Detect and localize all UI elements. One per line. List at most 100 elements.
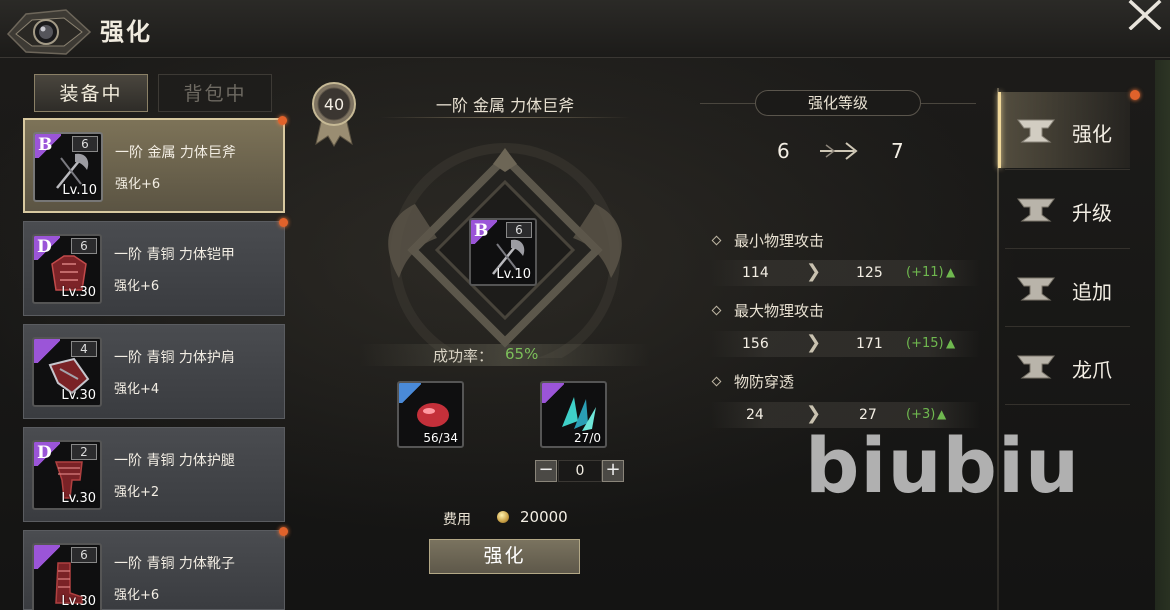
divider [1005, 248, 1130, 249]
orb-emblem-icon [6, 9, 92, 55]
divider [700, 103, 755, 104]
item-name: 一阶 青铜 力体护肩 [114, 350, 235, 366]
item-level-label: Lv.10 [496, 267, 531, 282]
item-level-label: Lv.30 [61, 388, 96, 403]
anvil-icon [1017, 119, 1055, 143]
chevron-right-icon: ❯ [806, 261, 822, 282]
item-level-label: Lv.30 [61, 285, 96, 300]
item-slot: D 6 Lv.30 [32, 234, 102, 304]
list-item[interactable]: D 2 Lv.30 一阶 青铜 力体护腿 强化+2 [23, 427, 285, 522]
grade-badge: B [35, 134, 61, 158]
item-slot: B 6 Lv.10 [33, 132, 103, 202]
list-item[interactable]: D 6 Lv.30 一阶 青铜 力体铠甲 强化+6 [23, 218, 288, 316]
notification-dot [279, 527, 288, 536]
watermark: biubiu [805, 421, 1081, 510]
chevron-right-icon: ❯ [806, 332, 822, 353]
list-item[interactable]: B 6 Lv.10 一阶 金属 力体巨斧 强化+6 [23, 116, 287, 213]
nav-append[interactable]: 追加 [1000, 250, 1130, 326]
quantity-field[interactable]: 0 [558, 460, 602, 482]
anvil-icon [1017, 355, 1055, 379]
slot-count: 6 [72, 136, 98, 152]
slot-count: 4 [71, 341, 97, 357]
nav-label: 追加 [1072, 280, 1112, 304]
nav-label: 升级 [1072, 201, 1112, 225]
item-slot: D 2 Lv.30 [32, 440, 102, 510]
close-icon[interactable] [1125, 0, 1165, 30]
item-enhance: 强化+4 [114, 382, 160, 397]
divider [380, 117, 630, 118]
nav-label: 强化 [1072, 122, 1112, 146]
stat-next: 171 [856, 336, 883, 352]
stat-name: 最大物理攻击 [734, 302, 825, 320]
grade-badge: D [34, 442, 60, 466]
level-current: 6 [777, 139, 790, 163]
cost-value: 20000 [520, 508, 568, 526]
slot-count: 2 [71, 444, 97, 460]
arrow-up-icon: ▲ [946, 336, 956, 350]
stat-delta: (+15) [906, 336, 944, 351]
stat-delta: (+11) [906, 265, 944, 280]
notification-dot [278, 116, 287, 125]
anvil-icon [1017, 277, 1055, 301]
item-level-label: Lv.30 [61, 491, 96, 506]
nav-upgrade[interactable]: 升级 [1000, 171, 1130, 247]
item-name: 一阶 金属 力体巨斧 [115, 145, 236, 161]
material-count: 56/34 [423, 431, 458, 445]
bullet-icon [711, 376, 722, 387]
notification-dot [279, 218, 288, 227]
title-bar: 强化 [0, 0, 1170, 58]
material-slot[interactable]: 56/34 [397, 381, 464, 448]
stat-next: 125 [856, 265, 883, 281]
selected-item-slot: B 6 Lv.10 [469, 218, 537, 286]
material-slot[interactable]: 27/0 [540, 381, 607, 448]
arrow-up-icon: ▲ [937, 407, 947, 421]
grade-badge [34, 545, 60, 569]
success-rate-label: 成功率： [433, 347, 494, 365]
item-level-label: Lv.30 [61, 594, 96, 609]
stat-name: 物防穿透 [734, 373, 795, 391]
nav-enhance[interactable]: 强化 [998, 92, 1130, 168]
selected-item-title: 一阶 金属 力体巨斧 [435, 96, 575, 115]
divider [921, 103, 976, 104]
stat-current: 114 [742, 265, 769, 281]
item-name: 一阶 青铜 力体铠甲 [114, 247, 235, 263]
decrease-button[interactable]: − [535, 460, 557, 482]
success-rate-value: 65% [505, 345, 539, 363]
divider [1005, 326, 1130, 327]
enhance-button[interactable]: 强化 [429, 539, 580, 574]
slot-count: 6 [71, 547, 97, 563]
grade-badge: D [34, 236, 60, 260]
item-enhance: 强化+6 [115, 177, 161, 192]
item-slot: 6 Lv.30 [32, 543, 102, 610]
nav-dragon-claw[interactable]: 龙爪 [1000, 328, 1130, 404]
list-item[interactable]: 4 Lv.30 一阶 青铜 力体护肩 强化+4 [23, 324, 285, 419]
bullet-icon [711, 305, 722, 316]
tab-backpack[interactable]: 背包中 [158, 74, 272, 112]
item-enhance: 强化+6 [114, 279, 160, 294]
arrow-right-icon [820, 142, 858, 160]
item-enhance: 强化+6 [114, 588, 160, 603]
item-slot: 4 Lv.30 [32, 337, 102, 407]
stat-current: 156 [742, 336, 769, 352]
enhance-window: 强化 装备中 背包中 B 6 Lv.10 一阶 金属 力体巨斧 强化+6 D 6… [0, 0, 1170, 610]
divider [1005, 404, 1130, 405]
list-item[interactable]: 6 Lv.30 一阶 青铜 力体靴子 强化+6 [23, 527, 288, 610]
grade-badge [34, 339, 60, 363]
level-next: 7 [891, 139, 904, 163]
tab-equipped[interactable]: 装备中 [34, 74, 148, 112]
increase-button[interactable]: + [602, 460, 624, 482]
bullet-icon [711, 235, 722, 246]
item-name: 一阶 青铜 力体靴子 [114, 556, 235, 572]
divider [1005, 169, 1130, 170]
enhance-level-header: 强化等级 [755, 90, 921, 116]
slot-count: 6 [71, 238, 97, 254]
item-enhance: 强化+2 [114, 485, 160, 500]
slot-count: 6 [506, 222, 532, 238]
nav-label: 龙爪 [1072, 358, 1112, 382]
arrow-up-icon: ▲ [946, 265, 956, 279]
coin-icon [497, 511, 509, 523]
cost-label: 费用 [443, 512, 471, 528]
window-title: 强化 [100, 18, 152, 46]
background-edge [1155, 60, 1170, 610]
stat-delta: (+3) [906, 407, 936, 422]
